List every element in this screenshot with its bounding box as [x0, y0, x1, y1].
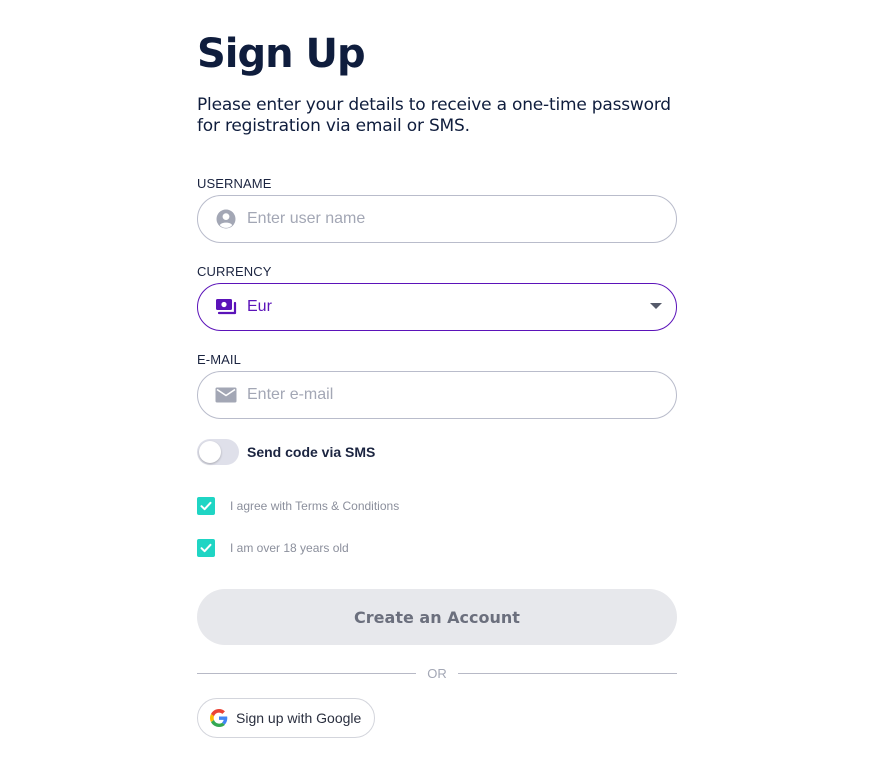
- sms-toggle[interactable]: [197, 439, 239, 465]
- or-divider: OR: [197, 665, 677, 681]
- terms-checkbox-label: I agree with Terms & Conditions: [230, 499, 400, 513]
- username-label: USERNAME: [197, 176, 272, 191]
- currency-label: CURRENCY: [197, 264, 272, 279]
- divider-label: OR: [427, 665, 447, 681]
- divider-line-left: [197, 672, 417, 674]
- currency-select[interactable]: Eur: [197, 283, 677, 331]
- email-field[interactable]: Enter e-mail: [197, 371, 677, 419]
- username-field[interactable]: Enter user name: [197, 195, 677, 243]
- money-icon: [215, 296, 237, 318]
- terms-checkbox-row: I agree with Terms & Conditions: [197, 497, 399, 515]
- divider-line-right: [457, 672, 677, 674]
- sms-toggle-label: Send code via SMS: [247, 444, 376, 460]
- age-checkbox-label: I am over 18 years old: [230, 541, 349, 555]
- email-input[interactable]: Enter e-mail: [247, 386, 333, 404]
- sms-toggle-row: Send code via SMS: [197, 439, 375, 465]
- age-checkbox[interactable]: [197, 539, 215, 557]
- page-subtitle: Please enter your details to receive a o…: [197, 95, 671, 136]
- checkmark-icon: [200, 501, 212, 511]
- create-account-button[interactable]: Create an Account: [197, 589, 677, 645]
- checkmark-icon: [200, 543, 212, 553]
- email-label: E-MAIL: [197, 352, 241, 367]
- page-title: Sign Up: [197, 31, 366, 77]
- currency-value: Eur: [247, 298, 272, 315]
- google-g-icon: [210, 709, 228, 727]
- caret-down-icon[interactable]: [650, 303, 662, 309]
- age-checkbox-row: I am over 18 years old: [197, 539, 349, 557]
- username-input[interactable]: Enter user name: [247, 210, 365, 228]
- terms-checkbox[interactable]: [197, 497, 215, 515]
- user-circle-icon: [215, 208, 237, 230]
- google-signup-button[interactable]: Sign up with Google: [197, 698, 376, 738]
- envelope-icon: [215, 384, 237, 406]
- google-signup-label: Sign up with Google: [236, 710, 362, 726]
- toggle-knob: [199, 441, 221, 463]
